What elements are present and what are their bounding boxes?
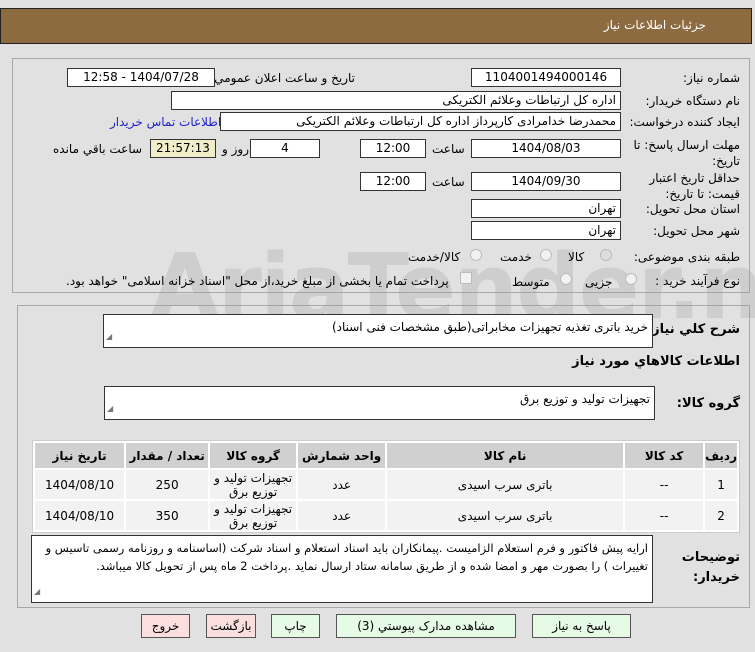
treasury-payment-checkbox[interactable] <box>460 272 472 284</box>
province-label: استان محل تحویل: <box>645 202 740 216</box>
cell-item-code: -- <box>625 501 704 530</box>
category-service-label: خدمت <box>500 250 532 264</box>
summary-label: شرح کلي نياز: <box>646 322 740 337</box>
back-button[interactable]: بازگشت <box>206 614 256 638</box>
cell-row-number: 2 <box>705 501 737 530</box>
category-goods-label: کالا <box>568 250 585 264</box>
deadline-label: مهلت ارسال پاسخ: تا تاریخ: <box>633 138 740 168</box>
group-label: گروه کالا: <box>676 396 740 411</box>
city-field: تهران <box>471 221 621 240</box>
col-item-code: کد کالا <box>625 443 704 468</box>
group-textarea[interactable]: تجهیزات تولید و توزیع برق ◢ <box>104 386 655 420</box>
cell-row-number: 1 <box>705 470 737 499</box>
announce-field: 1404/07/28 - 12:58 <box>67 68 215 87</box>
reply-button[interactable]: پاسخ به نیاز <box>532 614 631 638</box>
notes-text: ارایه پیش فاکتور و فرم استعلام الزامیست … <box>45 541 648 573</box>
creator-label: ایجاد کننده درخواست: <box>629 115 740 129</box>
creator-field: محمدرضا خدامرادی کارپرداز اداره کل ارتبا… <box>220 112 621 131</box>
cell-need-date: 1404/08/10 <box>35 501 125 530</box>
view-attachments-button[interactable]: مشاهده مدارک پیوستي (3) <box>336 614 516 638</box>
process-minor-label: جزیی <box>585 275 613 289</box>
city-label: شهر محل تحویل: <box>653 224 740 238</box>
cell-item-code: -- <box>625 470 704 499</box>
page-title: جزئیات اطلاعات نیاز <box>603 18 706 32</box>
resize-grip-icon[interactable]: ◢ <box>107 399 113 418</box>
need-number-field: 1104001494000146 <box>471 68 621 87</box>
days-field: 4 <box>250 139 320 158</box>
contact-buyer-link[interactable]: اطلاعات تماس خریدار <box>110 115 221 129</box>
deadline-time-label: ساعت <box>432 142 465 156</box>
cell-group: تجهیزات تولید و توزیع برق <box>210 501 297 530</box>
col-row-number: ردیف <box>705 443 737 468</box>
process-medium-label: متوسط <box>512 275 550 289</box>
province-field: تهران <box>471 199 621 218</box>
deadline-date-field: 1404/08/03 <box>471 139 621 158</box>
resize-grip-icon[interactable]: ◢ <box>106 327 112 346</box>
category-label: طبقه بندی موضوعی: <box>633 250 740 264</box>
cell-group: تجهیزات تولید و توزیع برق <box>210 470 297 499</box>
process-radio-minor[interactable] <box>625 273 637 285</box>
validity-date-field: 1404/09/30 <box>471 172 621 191</box>
category-radio-both[interactable] <box>470 249 482 261</box>
validity-label: حداقل تاریخ اعتبار قیمت: تا تاریخ: <box>649 171 740 201</box>
deadline-time-field: 12:00 <box>360 139 426 158</box>
goods-heading: اطلاعات کالاهاي مورد نياز <box>572 354 740 369</box>
print-button[interactable]: چاپ <box>271 614 320 638</box>
table-row: 1 -- باتری سرب اسیدی عدد تجهیزات تولید و… <box>35 470 737 499</box>
process-radio-medium[interactable] <box>560 273 572 285</box>
days-label: روز و <box>222 142 249 156</box>
cell-unit: عدد <box>298 470 386 499</box>
col-unit: واحد شمارش <box>298 443 386 468</box>
validity-time-field: 12:00 <box>360 172 426 191</box>
buyer-org-label: نام دستگاه خریدار: <box>645 94 741 108</box>
buyer-org-field: اداره کل ارتباطات وعلائم الکتریکی <box>171 91 621 110</box>
cell-need-date: 1404/08/10 <box>35 470 125 499</box>
resize-grip-icon[interactable]: ◢ <box>34 583 40 601</box>
cell-item-name: باتری سرب اسیدی <box>387 470 624 499</box>
category-radio-service[interactable] <box>540 249 552 261</box>
page-header: جزئیات اطلاعات نیاز <box>0 8 752 44</box>
exit-button[interactable]: خروج <box>141 614 190 638</box>
cell-unit: عدد <box>298 501 386 530</box>
col-need-date: تاریخ نیاز <box>35 443 125 468</box>
category-both-label: کالا/خدمت <box>408 250 461 264</box>
cell-quantity: 350 <box>126 501 209 530</box>
summary-textarea[interactable]: خرید باتری تغذیه تجهیزات مخابراتی(طبق مش… <box>103 314 653 348</box>
col-quantity: تعداد / مقدار <box>126 443 209 468</box>
treasury-payment-note: پرداخت تمام یا بخشی از مبلغ خرید،از محل … <box>66 274 449 288</box>
table-header-row: ردیف کد کالا نام کالا واحد شمارش گروه کا… <box>35 443 737 468</box>
announce-label: تاريخ و ساعت اعلان عمومي: <box>210 71 355 85</box>
need-number-label: شماره نیاز: <box>683 71 740 85</box>
remaining-time-field: 21:57:13 <box>150 139 216 158</box>
goods-table: ردیف کد کالا نام کالا واحد شمارش گروه کا… <box>32 440 740 533</box>
notes-label: توضیحات خریدار: <box>681 550 740 585</box>
cell-quantity: 250 <box>126 470 209 499</box>
table-row: 2 -- باتری سرب اسیدی عدد تجهیزات تولید و… <box>35 501 737 530</box>
cell-item-name: باتری سرب اسیدی <box>387 501 624 530</box>
group-text: تجهیزات تولید و توزیع برق <box>520 392 650 406</box>
summary-text: خرید باتری تغذیه تجهیزات مخابراتی(طبق مش… <box>331 320 648 334</box>
process-label: نوع فرآیند خرید : <box>655 274 740 288</box>
validity-time-label: ساعت <box>432 175 465 189</box>
col-item-name: نام کالا <box>387 443 624 468</box>
notes-textarea[interactable]: ارایه پیش فاکتور و فرم استعلام الزامیست … <box>31 535 653 603</box>
col-group: گروه کالا <box>210 443 297 468</box>
remaining-label: ساعت باقي مانده <box>53 142 143 156</box>
category-radio-goods[interactable] <box>600 249 612 261</box>
